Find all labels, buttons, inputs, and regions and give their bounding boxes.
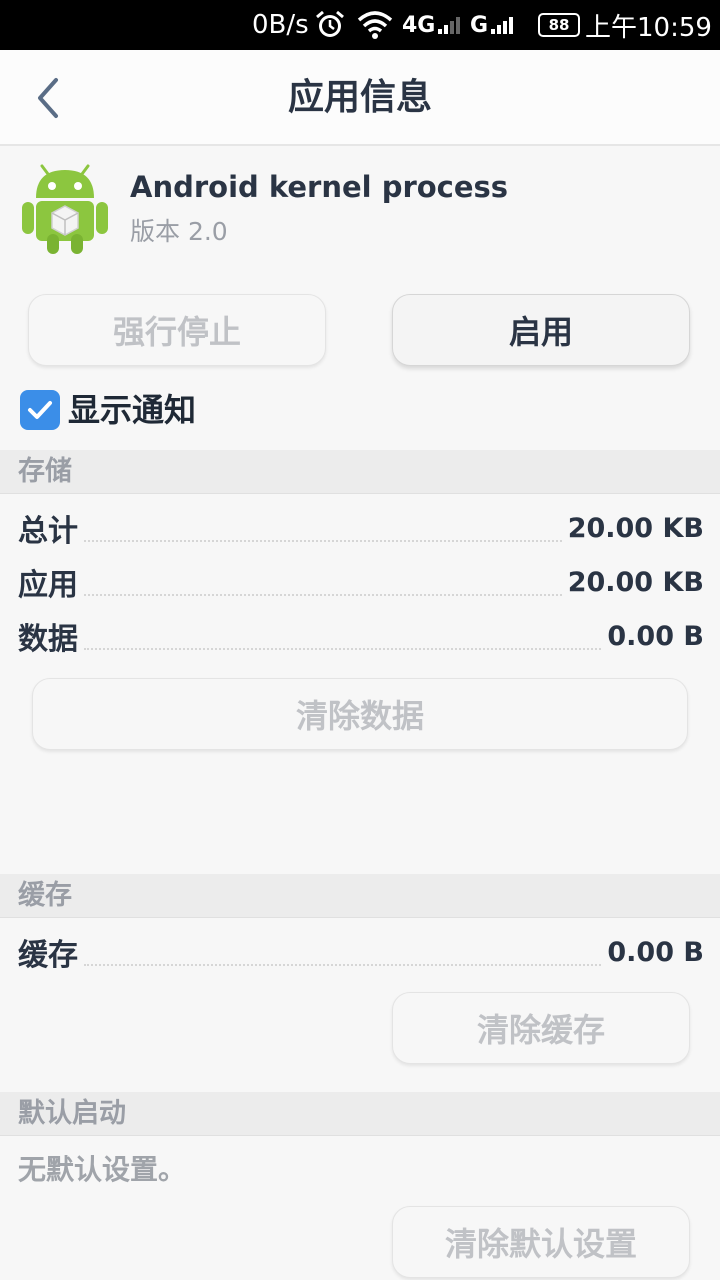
row-label: 数据 [18, 622, 78, 657]
battery-level: 88 [538, 13, 580, 37]
row-value: 0.00 B [607, 620, 704, 652]
default-launch-section-header: 默认启动 [0, 1092, 720, 1136]
dotted-leader [84, 540, 562, 542]
no-default-text: 无默认设置。 [18, 1153, 187, 1186]
android-icon [20, 164, 110, 256]
signal-icon [491, 16, 514, 34]
network-4g-label: 4G [402, 12, 436, 38]
clear-cache-button[interactable]: 清除缓存 [392, 992, 690, 1064]
storage-row-data: 数据 0.00 B [18, 614, 704, 658]
clock: 上午10:59 [585, 12, 712, 43]
row-label: 总计 [18, 514, 78, 549]
app-bar: 应用信息 [0, 50, 720, 146]
row-value: 20.00 KB [567, 512, 704, 544]
cache-section-header: 缓存 [0, 874, 720, 918]
row-label: 应用 [18, 568, 78, 603]
network-speed: 0B/s [252, 10, 309, 40]
force-stop-button[interactable]: 强行停止 [28, 294, 326, 366]
page-title: 应用信息 [287, 77, 432, 118]
storage-section-header: 存储 [0, 450, 720, 494]
status-bar: 0B/s 4G G 88 上午10:59 [0, 0, 720, 50]
check-icon [28, 401, 52, 419]
alarm-icon [314, 0, 346, 50]
dotted-leader [84, 594, 562, 596]
clear-defaults-button[interactable]: 清除默认设置 [392, 1206, 690, 1278]
network-g-label: G [470, 12, 489, 38]
cache-row: 缓存 0.00 B [18, 930, 704, 974]
show-notification-label[interactable]: 显示通知 [68, 390, 196, 430]
row-label: 缓存 [18, 938, 78, 973]
row-value: 0.00 B [607, 936, 704, 968]
storage-row-total: 总计 20.00 KB [18, 506, 704, 550]
wifi-icon [357, 0, 393, 50]
dotted-leader [84, 648, 602, 650]
storage-row-app: 应用 20.00 KB [18, 560, 704, 604]
row-value: 20.00 KB [567, 566, 704, 598]
enable-button[interactable]: 启用 [392, 294, 690, 366]
signal-4g: 4G [402, 0, 461, 50]
signal-icon [438, 16, 461, 34]
app-version: 版本 2.0 [130, 217, 228, 246]
battery-icon: 88 [538, 0, 580, 50]
app-name: Android kernel process [130, 170, 509, 204]
show-notification-checkbox[interactable] [20, 390, 60, 430]
dotted-leader [84, 964, 602, 966]
signal-g: G [470, 0, 514, 50]
clear-data-button[interactable]: 清除数据 [32, 678, 688, 750]
